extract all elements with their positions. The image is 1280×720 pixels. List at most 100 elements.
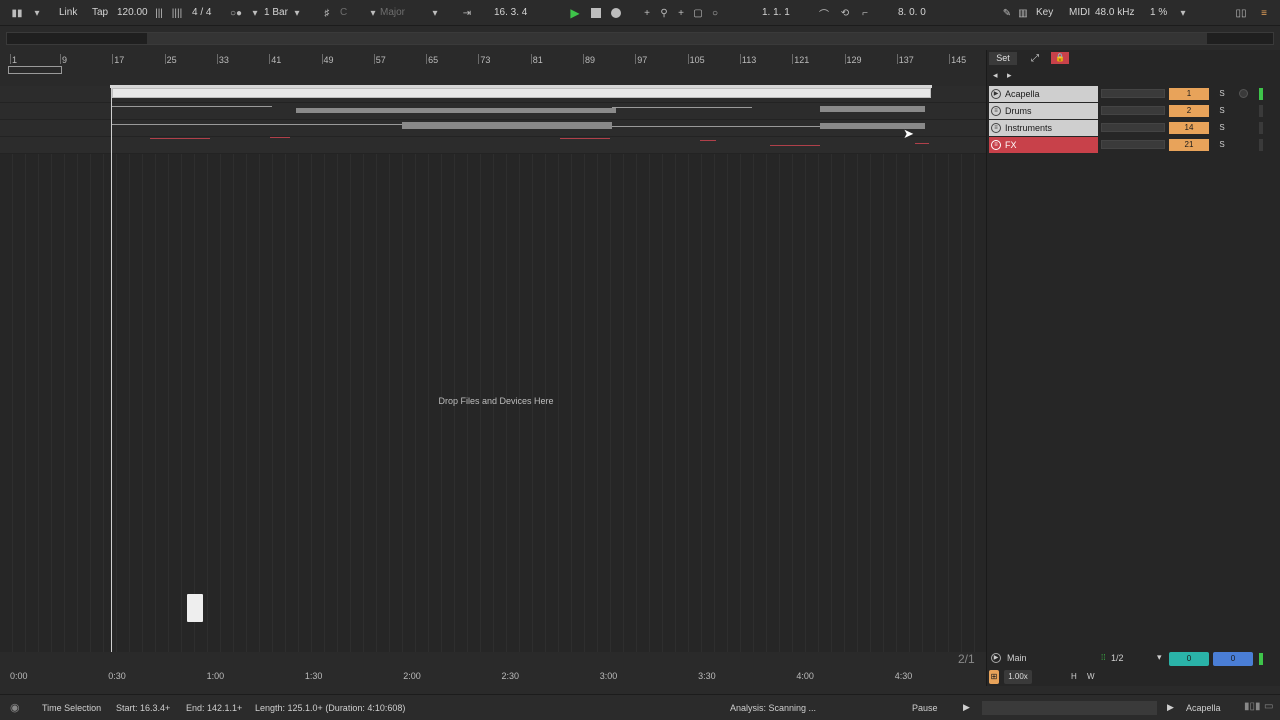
loop-switch-icon[interactable]: ⟲ (838, 6, 852, 20)
group-track-icon[interactable]: ≡ (991, 140, 1001, 150)
metronome-icon[interactable]: ○● (229, 6, 243, 20)
lock-icon[interactable]: 🔒 (1051, 52, 1069, 64)
scale-mode-icon[interactable]: ♯ (320, 6, 334, 20)
track-header-fx[interactable]: FX ≡ 21 S (987, 137, 1280, 153)
scale-dropdown-icon[interactable]: ▾ (428, 6, 442, 20)
clip-instruments-1[interactable] (112, 124, 402, 125)
overdub-icon[interactable]: + (640, 6, 654, 20)
track-header-acapella[interactable]: Acapella ▶ 1 S (987, 86, 1280, 102)
solo-button[interactable]: S (1215, 122, 1229, 134)
main-menu-icon[interactable]: ≡ (1257, 6, 1271, 20)
group-track-icon[interactable]: ≡ (991, 106, 1001, 116)
track-header-drums[interactable]: Drums ≡ 2 S (987, 103, 1280, 119)
track-title[interactable]: FX (989, 137, 1098, 153)
track-title[interactable]: Instruments (989, 120, 1098, 136)
main-expand-icon[interactable]: ▶ (991, 653, 1001, 663)
main-track-title[interactable]: Main (1007, 653, 1027, 663)
zoom-ratio-display[interactable]: 2/1 (958, 652, 975, 666)
routing-dropdown-icon[interactable]: ▾ (1157, 652, 1162, 663)
cue-volume-left[interactable]: 0 (1169, 652, 1209, 666)
clip-fx-3[interactable] (560, 138, 610, 139)
crossfade-icon[interactable]: ⊞ (989, 670, 999, 684)
overview-visible-region[interactable] (147, 33, 1207, 44)
main-routing-dropdown[interactable]: 1/2 (1111, 653, 1124, 663)
group-track-icon[interactable]: ≡ (991, 123, 1001, 133)
track-lane-fx[interactable] (0, 137, 986, 154)
stop-icon[interactable] (589, 6, 603, 20)
set-button[interactable]: Set (989, 52, 1017, 65)
clip-instruments-3[interactable] (612, 126, 822, 127)
track-header-instruments[interactable]: Instruments ≡ 14 S (987, 120, 1280, 136)
clip-fx-5[interactable] (770, 145, 820, 146)
cpu-dropdown-icon[interactable]: ▾ (1176, 6, 1190, 20)
track-activator[interactable]: 2 (1169, 105, 1209, 117)
loop-record-icon[interactable]: ○ (708, 6, 722, 20)
track-activator[interactable]: 21 (1169, 139, 1209, 151)
capture-icon[interactable]: + (674, 6, 688, 20)
key-map-button[interactable]: Key (1036, 7, 1053, 18)
track-activator[interactable]: 14 (1169, 122, 1209, 134)
play-icon[interactable]: ▶ (568, 6, 582, 20)
expand-track-icon[interactable]: ▶ (991, 89, 1001, 99)
clip-fx-6[interactable] (915, 143, 929, 144)
clip-fx-4[interactable] (700, 140, 716, 141)
clip-drums-2[interactable] (296, 108, 616, 113)
track-activator[interactable]: 1 (1169, 88, 1209, 100)
clip-instruments-2[interactable] (402, 122, 612, 129)
clip-acapella[interactable] (112, 88, 931, 98)
time-signature-field[interactable]: 4 / 4 (192, 7, 211, 18)
beat-time-ruler[interactable]: 1 9 17 25 33 41 49 57 65 73 81 89 97 105 113 121 129 137 1… (0, 50, 986, 84)
solo-button[interactable]: S (1215, 88, 1229, 100)
arm-button[interactable] (1239, 89, 1248, 98)
preview-waveform[interactable] (982, 701, 1157, 715)
cue-volume-right[interactable]: 0 (1213, 652, 1253, 666)
tempo-field[interactable]: 120.00 (117, 7, 148, 18)
back-arrow-icon[interactable]: ◂ (993, 70, 998, 81)
solo-button[interactable]: S (1215, 105, 1229, 117)
keyboard-icon[interactable]: ▥ (1016, 6, 1030, 20)
arrangement-overview[interactable] (6, 32, 1274, 45)
loop-length-field[interactable]: 8. 0. 0 (898, 7, 926, 18)
punch-out-icon[interactable]: ⌐ (858, 6, 872, 20)
quantize-dropdown[interactable]: 1 Bar (264, 7, 288, 18)
seconds-ruler[interactable]: 0:00 0:30 1:00 1:30 2:00 2:30 3:00 3:30 4:00 4:30 (0, 666, 986, 686)
edit-icon[interactable]: ⤢ (1031, 53, 1039, 64)
key-dropdown-icon[interactable]: ▾ (366, 6, 380, 20)
detail-view-icon[interactable]: ▭ (1264, 701, 1273, 712)
clip-drums-3[interactable] (612, 107, 752, 108)
track-title[interactable]: Drums (989, 103, 1098, 119)
song-position-field[interactable]: 16. 3. 4 (494, 7, 527, 18)
metronome-dropdown-icon[interactable]: ▾ (248, 6, 262, 20)
tap-tempo-button[interactable]: Tap (92, 7, 108, 18)
draw-mode-icon[interactable]: ✎ (1000, 6, 1014, 20)
selected-track-name[interactable]: Acapella (1186, 703, 1221, 713)
preview-play-icon[interactable]: ▶ (963, 702, 970, 713)
link-button[interactable]: Link (59, 7, 77, 18)
quantize-dropdown-icon[interactable]: ▾ (290, 6, 304, 20)
solo-button[interactable]: S (1215, 139, 1229, 151)
automation-arm-icon[interactable]: ⚲ (657, 6, 671, 20)
clip-drums-1[interactable] (112, 106, 272, 107)
playhead-marker[interactable] (111, 86, 112, 652)
nudge-icon[interactable]: ||| (152, 6, 166, 20)
menu-toggle-icon[interactable]: ▮▮ (10, 6, 24, 20)
mixer-view-icon[interactable]: ▮▯▮ (1244, 701, 1261, 712)
h-button[interactable]: H (1071, 672, 1077, 681)
clip-drums-4[interactable] (820, 106, 925, 112)
punch-in-icon[interactable]: ⌒ (817, 6, 831, 21)
pause-button[interactable]: Pause (912, 703, 938, 713)
scale-dropdown[interactable]: Major (380, 7, 405, 18)
loop-brace-mini[interactable] (8, 66, 62, 74)
arrangement-view[interactable]: Drop Files and Devices Here ➤ (0, 86, 986, 652)
w-button[interactable]: W (1087, 672, 1095, 681)
session-record-icon[interactable]: ▢ (691, 6, 705, 20)
loop-start-field[interactable]: 1. 1. 1 (762, 7, 790, 18)
record-icon[interactable] (609, 6, 623, 20)
track-title[interactable]: Acapella (989, 86, 1098, 102)
clip-fx-1[interactable] (150, 138, 210, 139)
follow-icon[interactable]: ⇥ (460, 6, 474, 20)
midi-map-button[interactable]: MIDI (1069, 7, 1090, 18)
clip-fx-2[interactable] (270, 137, 290, 138)
dropdown-arrow-icon[interactable]: ▾ (30, 6, 44, 20)
loop-brace[interactable] (110, 85, 932, 88)
